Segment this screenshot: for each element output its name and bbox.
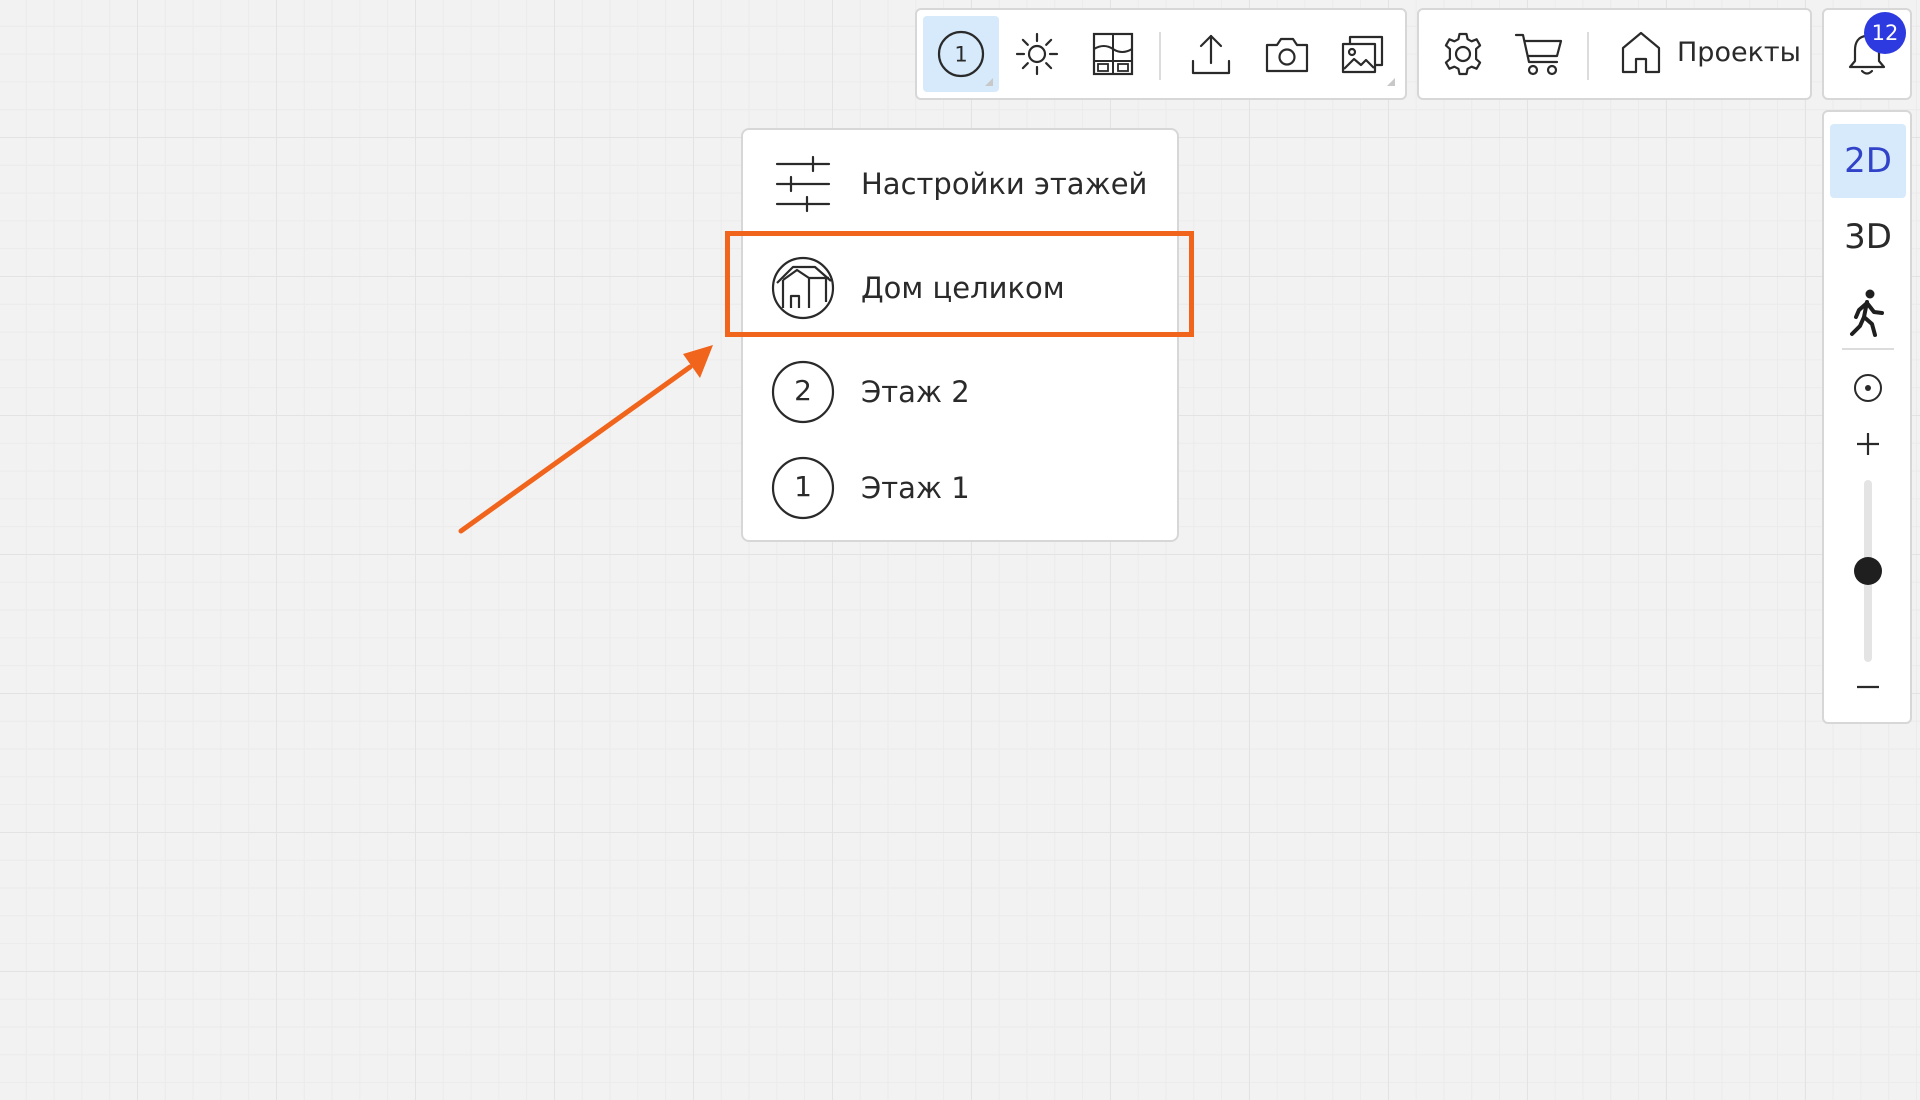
floor-number: 2: [794, 374, 812, 407]
floor-plan-button[interactable]: [1075, 16, 1151, 92]
dropdown-indicator: [985, 78, 993, 86]
menu-item-label: Дом целиком: [861, 271, 1065, 305]
projects-button[interactable]: Проекты: [1605, 14, 1803, 90]
home-icon: [1621, 31, 1661, 74]
floor-number-icon: 2: [771, 360, 835, 424]
gallery-icon: [1341, 35, 1384, 74]
floor-plan-icon: [1092, 32, 1134, 76]
sun-icon: [1015, 32, 1059, 76]
dropdown-indicator: [1387, 78, 1395, 86]
whole-house-icon: [771, 256, 835, 320]
rail-separator: [1842, 348, 1894, 350]
gear-icon: [1444, 32, 1482, 76]
target-icon: [1854, 374, 1882, 402]
floor-dropdown-menu: Настройки этажей Дом целиком 2 Этаж 2 1 …: [741, 128, 1179, 542]
view-2d-button[interactable]: 2D: [1830, 124, 1906, 198]
menu-item-label: Этаж 1: [861, 471, 970, 505]
minus-icon: [1857, 685, 1879, 689]
projects-label: Проекты: [1677, 36, 1801, 68]
walking-person-icon: [1850, 289, 1884, 337]
menu-item-whole-house[interactable]: Дом целиком: [743, 236, 1177, 340]
zoom-in-button[interactable]: [1830, 419, 1906, 469]
toolbar-separator: [1159, 32, 1161, 80]
zoom-slider-thumb[interactable]: [1854, 557, 1882, 585]
main-toolbar: 1: [915, 8, 1407, 100]
upload-icon: [1191, 34, 1231, 75]
toolbar-separator: [1587, 32, 1589, 80]
plus-icon: [1857, 433, 1879, 455]
menu-item-floor-2[interactable]: 2 Этаж 2: [743, 340, 1177, 444]
cart-button[interactable]: [1501, 16, 1577, 92]
gallery-button[interactable]: [1325, 16, 1401, 92]
settings-button[interactable]: [1425, 16, 1501, 92]
zoom-out-button[interactable]: [1830, 662, 1906, 712]
settings-toolbar: Проекты: [1417, 8, 1812, 100]
notification-count-badge: 12: [1864, 12, 1906, 54]
center-view-button[interactable]: [1830, 357, 1906, 419]
menu-item-floor-1[interactable]: 1 Этаж 1: [743, 436, 1177, 540]
screenshot-button[interactable]: [1249, 16, 1325, 92]
export-button[interactable]: [1173, 16, 1249, 92]
floor-number: 1: [794, 470, 812, 503]
floor-selector-number: 1: [954, 43, 967, 67]
floor-number-icon: 1: [937, 30, 985, 78]
floor-number-icon: 1: [771, 456, 835, 520]
menu-item-label: Настройки этажей: [861, 167, 1148, 201]
floor-selector-button[interactable]: 1: [923, 16, 999, 92]
menu-item-floor-settings[interactable]: Настройки этажей: [743, 132, 1177, 236]
sliders-icon: [775, 155, 831, 213]
view-3d-button[interactable]: 3D: [1830, 200, 1906, 274]
lighting-button[interactable]: [999, 16, 1075, 92]
camera-icon: [1265, 37, 1309, 73]
walk-mode-button[interactable]: [1830, 276, 1906, 350]
view-panel: 2D 3D: [1822, 110, 1912, 724]
menu-item-label: Этаж 2: [861, 375, 970, 409]
cart-icon: [1514, 33, 1563, 76]
